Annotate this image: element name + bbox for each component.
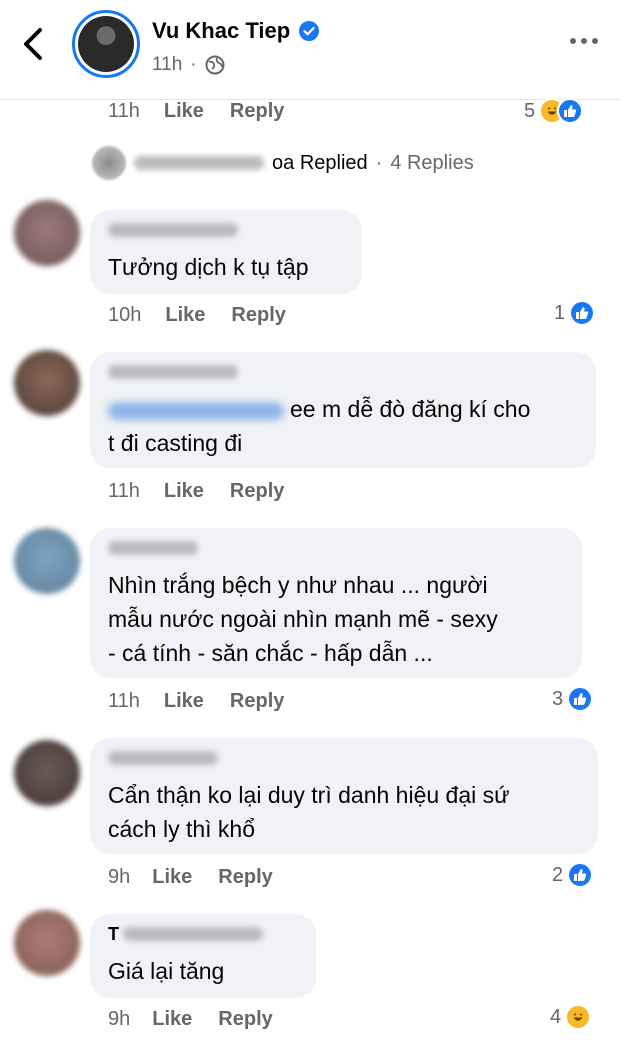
reaction-number: 5 bbox=[524, 99, 536, 122]
comment-time: 9h bbox=[108, 866, 131, 888]
commenter-name[interactable] bbox=[108, 751, 218, 765]
verified-badge-icon bbox=[299, 21, 320, 41]
replier-avatar bbox=[92, 146, 126, 180]
comment-time: 11h bbox=[108, 480, 140, 502]
like-reaction-icon bbox=[569, 300, 596, 326]
like-button[interactable]: Like bbox=[164, 690, 204, 713]
post-header: Vu Khac Tiep 11h · bbox=[0, 0, 620, 100]
like-reaction-icon bbox=[557, 98, 584, 124]
comment-actions: 9h Like Reply bbox=[108, 1008, 273, 1031]
commenter-name[interactable] bbox=[108, 223, 238, 237]
comment-actions: 11h Like Reply bbox=[108, 480, 284, 503]
reaction-count[interactable]: 3 bbox=[552, 686, 594, 712]
haha-reaction-icon bbox=[565, 1004, 592, 1030]
blurred-name bbox=[134, 156, 264, 170]
comment-actions: 11h Like Reply bbox=[108, 690, 284, 713]
reaction-number: 1 bbox=[554, 301, 566, 324]
like-button[interactable]: Like bbox=[164, 480, 204, 503]
like-button[interactable]: Like bbox=[164, 100, 204, 123]
more-options-icon[interactable] bbox=[570, 38, 598, 44]
profile-name[interactable]: Vu Khac Tiep bbox=[152, 18, 290, 44]
comment-text: Giá lại tăng bbox=[108, 958, 225, 984]
reply-button[interactable]: Reply bbox=[231, 304, 285, 327]
mention-link[interactable] bbox=[108, 401, 284, 420]
reply-button[interactable]: Reply bbox=[218, 1008, 272, 1031]
reaction-count[interactable]: 1 bbox=[554, 300, 596, 326]
commenter-name[interactable] bbox=[108, 541, 198, 555]
like-reaction-icon bbox=[567, 862, 594, 888]
comment-actions: 9h Like Reply bbox=[108, 866, 273, 889]
globe-icon bbox=[205, 55, 225, 75]
commenter-name[interactable] bbox=[108, 365, 238, 379]
comment-time: 11h bbox=[108, 690, 140, 712]
like-button[interactable]: Like bbox=[165, 304, 205, 327]
reply-button[interactable]: Reply bbox=[230, 690, 284, 713]
view-replies-link[interactable]: oa Replied · 4 Replies bbox=[92, 146, 474, 180]
commenter-name[interactable]: T bbox=[108, 924, 119, 945]
reaction-count[interactable]: 4 bbox=[550, 1004, 592, 1030]
comment-text: Tưởng dịch k tụ tập bbox=[108, 254, 309, 280]
reply-button[interactable]: Reply bbox=[218, 866, 272, 889]
like-reaction-icon bbox=[567, 686, 594, 712]
like-button[interactable]: Like bbox=[152, 1008, 192, 1031]
profile-avatar[interactable] bbox=[72, 10, 140, 78]
comment-actions: 11h Like Reply bbox=[108, 100, 284, 123]
commenter-avatar[interactable] bbox=[14, 350, 80, 416]
reaction-count[interactable]: 2 bbox=[552, 862, 594, 888]
comment-bubble: Nhìn trắng bệch y như nhau ... người mẫu… bbox=[90, 528, 582, 678]
comment-bubble: Tưởng dịch k tụ tập bbox=[90, 210, 362, 294]
comment-time: 11h bbox=[108, 100, 140, 122]
comment-time: 9h bbox=[108, 1008, 131, 1030]
back-chevron-icon[interactable] bbox=[18, 24, 48, 64]
comment-bubble: ee m dễ đò đăng kí cho t đi casting đi bbox=[90, 352, 596, 468]
reaction-number: 4 bbox=[550, 1005, 562, 1028]
reaction-count[interactable]: 5 bbox=[524, 98, 584, 124]
comment-time: 10h bbox=[108, 304, 142, 326]
like-button[interactable]: Like bbox=[152, 866, 192, 889]
reaction-number: 3 bbox=[552, 687, 564, 710]
comment-actions: 10h Like Reply bbox=[108, 304, 286, 327]
commenter-avatar[interactable] bbox=[14, 910, 80, 976]
comment-bubble: Cẩn thận ko lại duy trì danh hiệu đại sứ… bbox=[90, 738, 598, 854]
commenter-avatar[interactable] bbox=[14, 740, 80, 806]
replies-count: 4 Replies bbox=[390, 151, 474, 174]
post-time: 11h bbox=[152, 54, 183, 75]
reaction-number: 2 bbox=[552, 863, 564, 886]
reply-button[interactable]: Reply bbox=[230, 100, 284, 123]
reply-button[interactable]: Reply bbox=[230, 480, 284, 503]
comment-bubble: T Giá lại tăng bbox=[90, 914, 316, 998]
commenter-avatar[interactable] bbox=[14, 528, 80, 594]
commenter-avatar[interactable] bbox=[14, 200, 80, 266]
